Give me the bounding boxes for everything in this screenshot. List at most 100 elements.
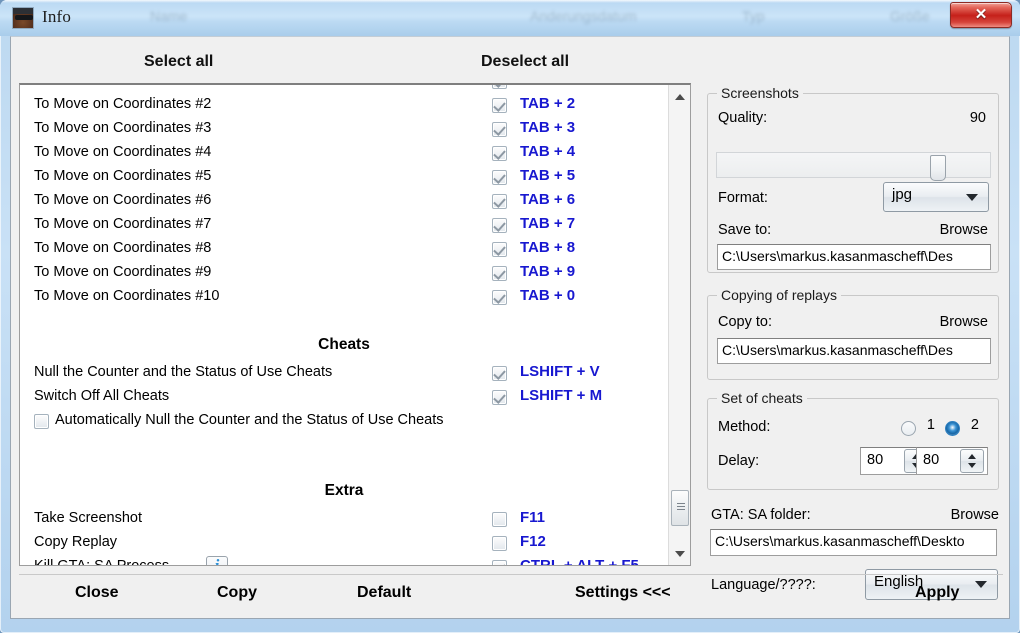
list-item-hotkey[interactable]: TAB + 2 xyxy=(520,95,575,112)
settings-pane: Screenshots Quality: 90 Format: jpg Save… xyxy=(707,85,1005,603)
screenshots-group: Screenshots Quality: 90 Format: jpg Save… xyxy=(707,85,999,273)
list-item[interactable]: To Move on Coordinates #5 TAB + 5 xyxy=(20,166,668,190)
list-item-checkbox[interactable] xyxy=(492,194,507,214)
scrollbar-thumb[interactable] xyxy=(671,490,689,526)
format-select[interactable]: jpg xyxy=(883,182,989,212)
select-all-button[interactable]: Select all xyxy=(144,53,213,71)
list-item[interactable]: To Move on Coordinates #3 TAB + 3 xyxy=(20,118,668,142)
chevron-down-icon xyxy=(966,194,978,201)
list-item[interactable]: To Move on Coordinates #7 TAB + 7 xyxy=(20,214,668,238)
list-item-checkbox[interactable] xyxy=(492,512,507,532)
copy-to-browse-button[interactable]: Browse xyxy=(940,314,988,330)
gta-folder-input[interactable]: C:\Users\markus.kasanmascheff\Deskto xyxy=(710,529,997,556)
list-item-hotkey[interactable]: TAB + 7 xyxy=(520,215,575,232)
list-item-hotkey[interactable]: TAB + 1 xyxy=(520,85,575,88)
list-item[interactable]: Take Screenshot F11 xyxy=(20,508,668,532)
ghost-column-size: Größe xyxy=(890,8,930,24)
delay-stepper-2[interactable]: 80 xyxy=(916,447,988,475)
default-button[interactable]: Default xyxy=(357,584,411,602)
apply-button[interactable]: Apply xyxy=(915,584,959,602)
gta-folder-browse-button[interactable]: Browse xyxy=(951,507,999,523)
list-item-hotkey[interactable]: TAB + 3 xyxy=(520,119,575,136)
list-item-checkbox[interactable] xyxy=(492,266,507,286)
list-item-checkbox[interactable] xyxy=(492,122,507,142)
list-item-hotkey[interactable]: LSHIFT + M xyxy=(520,387,602,404)
copy-button[interactable]: Copy xyxy=(217,584,257,602)
list-item-label: Null the Counter and the Status of Use C… xyxy=(34,364,333,380)
delay-stepper-1-value: 80 xyxy=(867,452,884,468)
window-title: Info xyxy=(42,7,72,26)
list-item-checkbox[interactable] xyxy=(492,146,507,166)
list-item-checkbox[interactable] xyxy=(492,560,507,565)
list-item[interactable]: To Move on Coordinates #1 TAB + 1 xyxy=(20,85,668,94)
quality-slider-thumb[interactable] xyxy=(930,155,946,181)
titlebar-gloss xyxy=(0,0,1020,3)
info-window: Info Name Anderungsdatum Typ Größe ✕ Sel… xyxy=(0,0,1020,633)
hotkey-listbox[interactable]: To Move on Coordinates #1 TAB + 1 To Mov… xyxy=(19,83,691,566)
list-item-label: Switch Off All Cheats xyxy=(34,388,170,404)
save-to-input[interactable]: C:\Users\markus.kasanmascheff\Des xyxy=(717,244,991,270)
list-scrollbar[interactable] xyxy=(668,85,690,565)
list-item-label: To Move on Coordinates #9 xyxy=(34,264,212,280)
list-item[interactable]: Kill GTA: SA Process CTRL + ALT + F5 xyxy=(20,556,668,565)
deselect-all-button[interactable]: Deselect all xyxy=(481,53,569,71)
delay-stepper-2-buttons[interactable] xyxy=(960,449,984,473)
list-item-hotkey[interactable]: CTRL + ALT + F5 xyxy=(520,557,639,565)
list-item-label: To Move on Coordinates #3 xyxy=(34,120,212,136)
list-item-hotkey[interactable]: TAB + 5 xyxy=(520,167,575,184)
method-label: Method: xyxy=(718,419,771,435)
quality-slider[interactable] xyxy=(716,152,991,181)
list-item-hotkey[interactable]: TAB + 8 xyxy=(520,239,575,256)
list-item[interactable]: To Move on Coordinates #8 TAB + 8 xyxy=(20,238,668,262)
list-item-hotkey[interactable]: TAB + 9 xyxy=(520,263,575,280)
list-item-checkbox[interactable] xyxy=(492,170,507,190)
list-item-checkbox[interactable] xyxy=(492,290,507,310)
auto-null-checkbox[interactable] xyxy=(34,414,49,429)
list-item-checkbox[interactable] xyxy=(492,218,507,238)
method-radio-2[interactable] xyxy=(945,421,960,436)
info-icon[interactable] xyxy=(206,556,228,565)
list-item[interactable]: To Move on Coordinates #9 TAB + 9 xyxy=(20,262,668,286)
list-item-checkbox[interactable] xyxy=(492,242,507,262)
list-item-checkbox[interactable] xyxy=(492,98,507,118)
list-item-hotkey[interactable]: TAB + 0 xyxy=(520,287,575,304)
list-item-label: To Move on Coordinates #4 xyxy=(34,144,212,160)
section-title-text: Cheats xyxy=(318,336,370,353)
list-item-label: To Move on Coordinates #10 xyxy=(34,288,220,304)
list-item-label: To Move on Coordinates #2 xyxy=(34,96,212,112)
scroll-down-arrow-icon[interactable] xyxy=(669,544,690,564)
copy-to-input[interactable]: C:\Users\markus.kasanmascheff\Des xyxy=(717,338,991,364)
list-item-hotkey[interactable]: TAB + 4 xyxy=(520,143,575,160)
quality-label: Quality: xyxy=(718,110,768,126)
list-item-label: Take Screenshot xyxy=(34,510,143,526)
delay-label: Delay: xyxy=(718,453,760,469)
list-item-checkbox[interactable] xyxy=(492,366,507,386)
list-item-label: To Move on Coordinates #5 xyxy=(34,168,212,184)
list-item-checkbox[interactable] xyxy=(492,390,507,410)
screenshots-legend: Screenshots xyxy=(717,85,803,101)
list-item-checkbox[interactable] xyxy=(492,85,507,94)
method-radio-1[interactable] xyxy=(901,421,916,436)
settings-toggle-button[interactable]: Settings <<< xyxy=(575,584,671,602)
list-item[interactable]: To Move on Coordinates #10 TAB + 0 xyxy=(20,286,668,310)
list-item[interactable]: Switch Off All Cheats LSHIFT + M xyxy=(20,386,668,410)
list-item-hotkey[interactable]: F12 xyxy=(520,533,546,550)
button-bar: Close Copy Default Settings <<< Apply xyxy=(19,574,1003,614)
list-item-hotkey[interactable]: LSHIFT + V xyxy=(520,363,600,380)
save-to-browse-button[interactable]: Browse xyxy=(940,222,988,238)
list-item-checkbox[interactable] xyxy=(492,536,507,556)
list-item[interactable]: To Move on Coordinates #2 TAB + 2 xyxy=(20,94,668,118)
list-item[interactable]: Copy Replay F12 xyxy=(20,532,668,556)
title-bar[interactable]: Info Name Anderungsdatum Typ Größe ✕ xyxy=(0,0,1020,36)
list-item[interactable]: To Move on Coordinates #4 TAB + 4 xyxy=(20,142,668,166)
close-action-button[interactable]: Close xyxy=(75,584,119,602)
list-item[interactable]: To Move on Coordinates #6 TAB + 6 xyxy=(20,190,668,214)
list-item[interactable]: Null the Counter and the Status of Use C… xyxy=(20,362,668,386)
cheatset-group: Set of cheats Method: 1 2 Delay: 80 80 xyxy=(707,390,999,490)
close-button[interactable]: ✕ xyxy=(950,2,1012,28)
scroll-up-arrow-icon[interactable] xyxy=(669,87,690,107)
auto-null-row[interactable]: Automatically Null the Counter and the S… xyxy=(20,410,668,434)
list-item-hotkey[interactable]: F11 xyxy=(520,509,545,526)
list-item-hotkey[interactable]: TAB + 6 xyxy=(520,191,575,208)
